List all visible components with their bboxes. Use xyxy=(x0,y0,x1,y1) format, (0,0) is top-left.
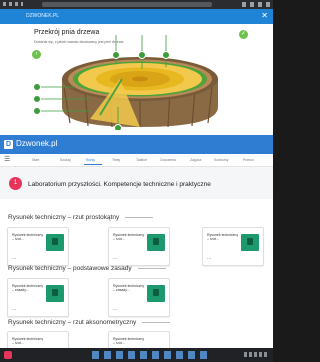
lesson-card-item[interactable]: Rysunek techniczny – rzut... ... xyxy=(202,227,264,266)
section-title: Rysunek techniczny – rzut prostokątny xyxy=(8,214,153,221)
active-nav-indicator xyxy=(84,164,102,165)
lesson-card-item[interactable]: Rysunek techniczny – zasady... ... xyxy=(7,278,69,317)
nav-item[interactable]: Testy xyxy=(112,158,120,162)
tree-pith xyxy=(132,76,148,82)
hotspot-marker xyxy=(112,51,120,59)
arrow-left-icon[interactable]: ‹ xyxy=(32,50,41,59)
check-icon[interactable]: ✓ xyxy=(239,30,248,39)
nav-item[interactable]: Ćwiczenia xyxy=(160,158,176,162)
card-title: Rysunek techniczny – zasady... xyxy=(113,284,145,292)
start-icon[interactable] xyxy=(4,351,12,359)
card-more[interactable]: ... xyxy=(12,255,16,261)
card-thumbnail-icon xyxy=(46,234,64,251)
card-title: Rysunek techniczny – rzut... xyxy=(12,233,44,241)
hotspot-marker xyxy=(114,124,122,130)
address-bar[interactable] xyxy=(42,2,212,7)
lesson-card: Przekrój pnia drzewa Dowiedz się, z jaki… xyxy=(30,27,258,130)
nav-item[interactable]: Pomoc xyxy=(243,158,254,162)
lesson-card-item[interactable]: Rysunek techniczny – rzut... ... xyxy=(7,227,69,266)
card-more[interactable]: ... xyxy=(207,255,211,261)
card-title: Rysunek techniczny – zasady... xyxy=(12,284,44,292)
nav-item-active[interactable]: Kursy xyxy=(86,158,95,162)
site-brand[interactable]: Dzwonek.pl xyxy=(16,139,57,148)
card-more[interactable]: ... xyxy=(113,255,117,261)
nav-item[interactable]: Szukaj xyxy=(60,158,71,162)
lesson-app-bar: DZWONEK.PL ✕ xyxy=(0,9,273,24)
card-title: Rysunek techniczny – rzut... xyxy=(12,337,44,345)
close-icon[interactable]: ✕ xyxy=(261,12,268,20)
nav-item[interactable]: Zajęcia xyxy=(190,158,201,162)
card-thumbnail-icon xyxy=(46,285,64,302)
window-controls[interactable] xyxy=(242,2,270,7)
hotspot-marker xyxy=(162,51,170,59)
card-thumbnail-icon xyxy=(241,234,259,251)
hotspot-marker xyxy=(33,107,41,115)
site-nav: ☰ Start Szukaj Kursy Testy Tablice Ćwicz… xyxy=(0,154,273,167)
hotspot-marker xyxy=(33,95,41,103)
nav-item[interactable]: Tablice xyxy=(136,158,147,162)
nav-item[interactable]: Start xyxy=(32,158,39,162)
card-thumbnail-icon xyxy=(147,285,165,302)
nav-item[interactable]: Konkursy xyxy=(214,158,229,162)
system-tray[interactable] xyxy=(244,352,268,357)
browser-nav-buttons[interactable] xyxy=(3,2,23,6)
hamburger-icon[interactable]: ☰ xyxy=(4,156,10,163)
browser-toolbar xyxy=(0,0,273,9)
lesson-window: DZWONEK.PL ✕ Przekrój pnia drzewa Dowied… xyxy=(0,0,273,135)
lesson-description: Dowiedz się, z jakich warstw zbudowany j… xyxy=(34,40,125,44)
hotspot-marker xyxy=(33,83,41,91)
card-title: Rysunek techniczny – rzut... xyxy=(207,233,239,241)
os-taskbar xyxy=(0,348,273,362)
site-logo[interactable]: D xyxy=(4,140,13,149)
app-bar-label: DZWONEK.PL xyxy=(26,13,60,19)
section-title: Rysunek techniczny – rzut aksonometryczn… xyxy=(8,319,170,326)
lesson-card-item[interactable]: Rysunek techniczny – rzut... ... xyxy=(108,227,170,266)
lesson-title: Przekrój pnia drzewa xyxy=(34,29,100,36)
dzwonek-window: D Dzwonek.pl ☰ Start Szukaj Kursy Testy … xyxy=(0,135,273,362)
lesson-card-item[interactable]: Rysunek techniczny – zasady... ... xyxy=(108,278,170,317)
hotspot-marker xyxy=(138,51,146,59)
card-thumbnail-icon xyxy=(147,234,165,251)
card-title: Rysunek techniczny – rzut... xyxy=(113,233,145,241)
section-title: Rysunek techniczny – podstawowe zasady xyxy=(8,265,166,272)
card-title: Rysunek techniczny – rzut... xyxy=(113,337,145,345)
course-badge: 1 xyxy=(9,177,22,190)
card-more[interactable]: ... xyxy=(113,306,117,312)
taskbar-app-icons[interactable] xyxy=(92,351,212,359)
site-header: D Dzwonek.pl xyxy=(0,135,273,154)
course-title: Laboratorium przyszłości. Kompetencje te… xyxy=(28,181,211,188)
card-more[interactable]: ... xyxy=(12,306,16,312)
